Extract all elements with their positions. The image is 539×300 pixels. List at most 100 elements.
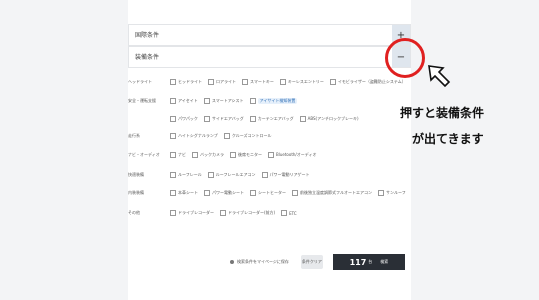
equipment-option-label: サイドエアバッグ bbox=[211, 116, 244, 121]
equipment-option[interactable]: ハイトシグナルランプ bbox=[170, 133, 218, 139]
equipment-row: 安全・運転支援 アイセイト スマートアシスト アイサイト検知装置 bbox=[128, 96, 303, 106]
equipment-row: 快適装備 ルーフレール ルーフレールエアコン パワー電動リアゲート bbox=[128, 170, 316, 180]
equipment-option[interactable]: ヒッドライト bbox=[170, 79, 202, 85]
arrow-icon bbox=[428, 65, 451, 88]
equipment-option[interactable]: アイサイト検知装置 bbox=[249, 98, 298, 104]
equipment-row-label: その他 bbox=[128, 210, 140, 215]
equipment-option[interactable]: ドライブレコーダー bbox=[170, 210, 214, 216]
checkbox[interactable] bbox=[249, 116, 256, 122]
checkbox[interactable] bbox=[170, 116, 176, 122]
equipment-option[interactable]: カーテンエアバッグ bbox=[249, 116, 294, 122]
result-count: 117 bbox=[349, 257, 367, 267]
save-condition-text: 検索条件をマイページに保存 bbox=[237, 259, 289, 264]
equipment-option-label: ロアライト bbox=[216, 79, 236, 84]
equipment-option-label: シートヒーター bbox=[258, 190, 286, 195]
checkbox[interactable] bbox=[261, 172, 268, 178]
equipment-option[interactable]: 本革シート bbox=[170, 190, 198, 196]
checkbox[interactable] bbox=[170, 98, 176, 104]
checkbox[interactable] bbox=[329, 79, 336, 85]
equipment-option[interactable]: ABS(アンチロックブレーキ) bbox=[299, 116, 359, 122]
checkbox[interactable] bbox=[223, 133, 230, 139]
equipment-option-label: 本革シート bbox=[178, 190, 198, 195]
checkbox[interactable] bbox=[203, 116, 210, 122]
checkbox[interactable] bbox=[242, 79, 248, 85]
search-footer: 検索条件をマイページに保存 条件クリア 117 台 検索 bbox=[230, 254, 405, 270]
accordion-section-1[interactable]: 国際条件 + bbox=[128, 24, 411, 46]
equipment-option-label: ドライブレコーダー bbox=[178, 210, 214, 215]
equipment-option[interactable]: 後席モニター bbox=[230, 152, 262, 158]
equipment-option-label: ドライブレコーダー(前方) bbox=[228, 210, 276, 215]
checkbox[interactable] bbox=[220, 210, 226, 216]
checkbox[interactable] bbox=[230, 152, 236, 158]
equipment-option[interactable]: ルーフレールエアコン bbox=[207, 172, 256, 178]
equipment-option[interactable]: シートヒーター bbox=[250, 190, 286, 196]
checkbox[interactable] bbox=[170, 190, 176, 196]
equipment-option[interactable]: キーレスエントリー bbox=[279, 79, 324, 85]
equipment-row: パワパック サイドエアバッグ カーテンエアバッグ ABS(アンチロックブレーキ) bbox=[128, 114, 365, 124]
checkbox[interactable] bbox=[378, 190, 384, 196]
search-label: 検索 bbox=[380, 259, 389, 264]
checkbox[interactable] bbox=[207, 172, 214, 178]
equipment-option-label: Bluetooth/オーディオ bbox=[276, 152, 317, 157]
equipment-option[interactable]: アイセイト bbox=[170, 98, 198, 104]
equipment-option-label: ABS(アンチロックブレーキ) bbox=[307, 116, 359, 121]
equipment-option[interactable]: スマートアシスト bbox=[203, 98, 244, 104]
checkbox[interactable] bbox=[299, 116, 306, 122]
equipment-option[interactable]: サンルーフ bbox=[378, 190, 406, 196]
equipment-option[interactable]: バックカメラ bbox=[192, 152, 224, 158]
equipment-option[interactable]: 前後独立温度調節式フルオートエアコン bbox=[292, 190, 372, 196]
equipment-option[interactable]: パワー電動シート bbox=[204, 190, 244, 196]
equipment-option[interactable]: パワー電動リアゲート bbox=[261, 172, 310, 178]
checkbox[interactable] bbox=[170, 172, 176, 178]
equipment-row-label: 走行系 bbox=[128, 133, 140, 138]
checkbox[interactable] bbox=[204, 190, 210, 196]
checkbox[interactable] bbox=[249, 98, 256, 104]
checkbox[interactable] bbox=[203, 98, 210, 104]
equipment-option-label: イモビライザー（盗難防止システム） bbox=[337, 79, 406, 84]
equipment-option-label: カーテンエアバッグ bbox=[257, 116, 294, 121]
equipment-option[interactable]: ルーフレール bbox=[170, 172, 202, 178]
checkbox[interactable] bbox=[268, 152, 274, 158]
equipment-option-label: パワパック bbox=[178, 116, 198, 121]
checkbox[interactable] bbox=[208, 79, 214, 85]
search-button[interactable]: 117 台 検索 bbox=[332, 254, 405, 270]
save-condition[interactable]: 検索条件をマイページに保存 bbox=[230, 259, 289, 265]
checkbox[interactable] bbox=[170, 210, 176, 216]
equipment-option[interactable]: パワパック bbox=[170, 116, 198, 122]
equipment-option-label: クルーズコントロール bbox=[231, 133, 272, 138]
equipment-option-label: アイセイト bbox=[178, 98, 198, 103]
equipment-option[interactable]: ETC bbox=[281, 210, 297, 216]
equipment-option[interactable]: イモビライザー（盗難防止システム） bbox=[329, 79, 406, 85]
equipment-option-label: ハイトシグナルランプ bbox=[178, 133, 218, 138]
annotation-line-1: 押すと装備条件 bbox=[400, 106, 485, 120]
accordion-section-1-label: 国際条件 bbox=[135, 32, 160, 39]
checkbox[interactable] bbox=[281, 210, 288, 216]
equipment-row: 走行系 ハイトシグナルランプ クルーズコントロール bbox=[128, 131, 278, 141]
accordion-section-2[interactable]: 装備条件 − bbox=[128, 46, 411, 68]
equipment-option-label: サンルーフ bbox=[386, 190, 406, 195]
equipment-row: 内装装備 本革シート パワー電動シート シートヒーター 前後独立温度調節式フルオートエア… bbox=[128, 188, 412, 198]
equipment-option-label: スマートアシスト bbox=[211, 98, 244, 103]
equipment-option-label: ETC bbox=[289, 210, 297, 216]
checkbox[interactable] bbox=[170, 133, 176, 139]
checkbox[interactable] bbox=[170, 152, 176, 158]
equipment-option[interactable]: クルーズコントロール bbox=[223, 133, 272, 139]
equipment-option[interactable]: サイドエアバッグ bbox=[203, 116, 244, 122]
equipment-option-label: 前後独立温度調節式フルオートエアコン bbox=[300, 190, 372, 195]
equipment-row-label: 快適装備 bbox=[128, 172, 144, 177]
equipment-option-label: ナビ bbox=[178, 152, 186, 157]
clear-button[interactable]: 条件クリア bbox=[300, 255, 323, 269]
accordion-section-2-label: 装備条件 bbox=[135, 54, 160, 61]
checkbox[interactable] bbox=[279, 79, 286, 85]
checkbox[interactable] bbox=[192, 152, 198, 158]
equipment-option[interactable]: スマートキー bbox=[242, 79, 274, 85]
equipment-option[interactable]: ドライブレコーダー(前方) bbox=[220, 210, 275, 216]
equipment-row: ヘッドライト ヒッドライト ロアライト スマートキー キーレスエントリー イモビライザー（… bbox=[128, 77, 412, 87]
checkbox[interactable] bbox=[250, 190, 256, 196]
equipment-option[interactable]: ロアライト bbox=[208, 79, 236, 85]
checkbox[interactable] bbox=[292, 190, 298, 196]
equipment-option[interactable]: ナビ bbox=[170, 152, 186, 158]
checkbox[interactable] bbox=[170, 79, 176, 85]
equipment-option-label: ルーフレールエアコン bbox=[215, 172, 256, 177]
equipment-option[interactable]: Bluetooth/オーディオ bbox=[268, 152, 317, 158]
